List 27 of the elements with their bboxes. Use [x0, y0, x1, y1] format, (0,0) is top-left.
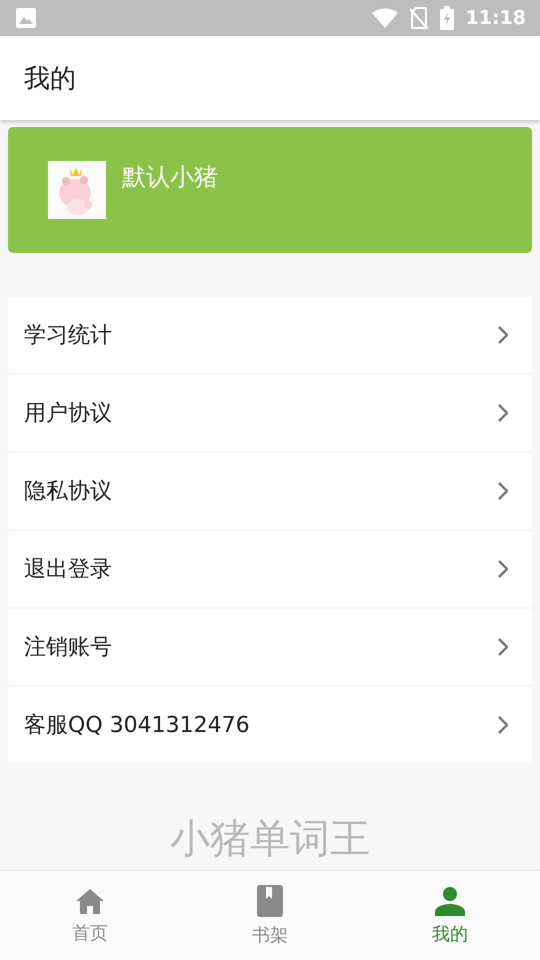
- chevron-right-icon: [498, 326, 508, 344]
- chevron-right-icon: [498, 638, 508, 656]
- chevron-right-icon: [498, 716, 508, 734]
- menu-item[interactable]: 注销账号: [8, 609, 532, 685]
- wifi-icon: [372, 8, 398, 28]
- home-icon: [75, 886, 105, 914]
- person-icon: [435, 886, 465, 916]
- nav-label: 我的: [432, 922, 468, 946]
- page-title: 我的: [24, 62, 76, 96]
- nav-tab[interactable]: 我的: [360, 871, 540, 960]
- menu-item[interactable]: 学习统计: [8, 297, 532, 373]
- status-time: 11:18: [466, 7, 526, 29]
- menu-item[interactable]: 隐私协议: [8, 453, 532, 529]
- menu-item[interactable]: 客服QQ 3041312476: [8, 687, 532, 763]
- book-icon: [257, 884, 283, 916]
- menu-item[interactable]: 退出登录: [8, 531, 532, 607]
- nav-label: 书架: [252, 924, 288, 946]
- battery-icon: [440, 6, 454, 30]
- nav-label: 首页: [72, 922, 108, 944]
- chevron-right-icon: [498, 560, 508, 578]
- image-icon: [16, 8, 36, 28]
- app-name-text: 小猪单词王: [170, 815, 370, 864]
- chevron-right-icon: [498, 482, 508, 500]
- chevron-right-icon: [498, 404, 508, 422]
- profile-name: 默认小猪: [122, 162, 218, 193]
- menu-item[interactable]: 用户协议: [8, 375, 532, 451]
- no-sim-icon: [410, 7, 428, 29]
